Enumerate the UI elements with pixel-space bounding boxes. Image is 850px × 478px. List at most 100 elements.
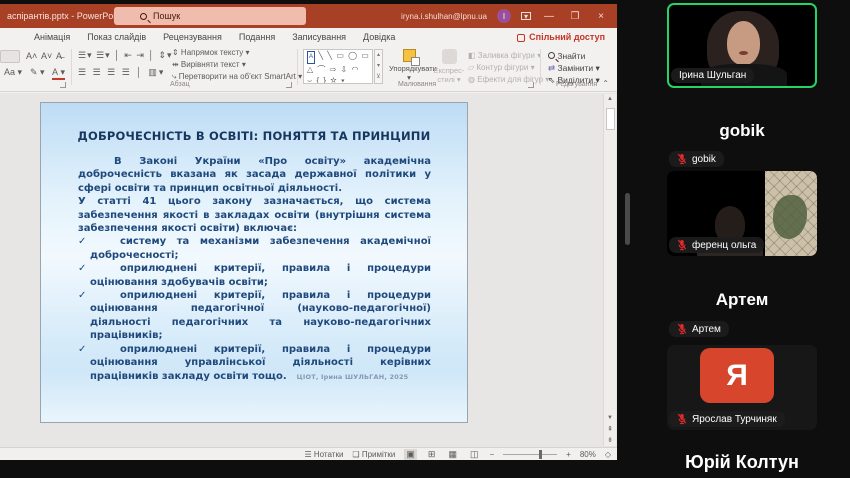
participant-tile-artem[interactable]: Артем Артем xyxy=(667,258,817,343)
participants-scrollbar-thumb[interactable] xyxy=(625,193,630,245)
divider xyxy=(540,49,541,85)
restore-button[interactable]: ❐ xyxy=(567,11,583,22)
tab-record[interactable]: Записування xyxy=(292,32,346,42)
check-icon: ✓ xyxy=(78,262,86,275)
font-dialog-launcher-icon[interactable] xyxy=(60,82,66,88)
tab-view[interactable]: Подання xyxy=(239,32,275,42)
notes-button[interactable]: ☰ Нотатки xyxy=(304,450,343,459)
find-icon xyxy=(548,52,555,59)
participant-name-centered: Артем xyxy=(667,290,817,310)
shrink-font-button[interactable]: A˅ xyxy=(41,51,52,61)
quick-styles-icon xyxy=(442,49,457,64)
account-email[interactable]: iryna.i.shulhan@lpnu.ua xyxy=(401,12,487,21)
slide-bullet: ✓ оприлюднені критерії, правила і процед… xyxy=(78,343,431,384)
fit-to-window-icon[interactable]: ◇ xyxy=(605,450,611,459)
scrollbar-thumb[interactable] xyxy=(606,108,615,130)
scroll-up-icon[interactable]: ▲ xyxy=(604,94,616,105)
zoom-level[interactable]: 80% xyxy=(580,450,596,459)
highlight-button[interactable]: ✎ ▾ xyxy=(30,67,45,78)
drawing-group-label: Малювання xyxy=(398,81,436,88)
tab-help[interactable]: Довідка xyxy=(363,32,395,42)
check-icon: ✓ xyxy=(78,343,86,356)
arrange-button[interactable]: Упорядкувати ▾ xyxy=(389,48,429,82)
vertical-scrollbar[interactable]: ▲ ▼ ⇞ ⇟ xyxy=(603,94,616,446)
reading-view-button[interactable]: ▦ xyxy=(446,449,459,460)
slide-body: В Законі України «Про освіту» академічна… xyxy=(78,155,431,384)
shapes-row: ⌣ { } ☆ ▾ xyxy=(307,75,372,84)
comments-icon: ❑ xyxy=(352,450,359,459)
mic-muted-icon xyxy=(677,323,687,335)
shapes-row: △ ⌒ ⇨ ⇩ ◠ xyxy=(307,64,372,75)
next-slide-icon[interactable]: ⇟ xyxy=(604,435,616,446)
text-direction-button[interactable]: ⇕ Напрямок тексту ▾ xyxy=(172,48,249,57)
change-case-button[interactable]: Aa ▾ xyxy=(4,67,22,78)
tab-review[interactable]: Рецензування xyxy=(163,32,222,42)
account-avatar[interactable]: І xyxy=(497,9,511,23)
shapes-row: ╲ ╲ ▭ ◯ ▭ xyxy=(318,51,370,60)
zoom-in-button[interactable]: + xyxy=(566,450,571,459)
textbox-shape-icon: A xyxy=(307,51,315,64)
slide[interactable]: ДОБРОЧЕСНІСТЬ В ОСВІТІ: ПОНЯТТЯ ТА ПРИНЦ… xyxy=(40,102,468,423)
grow-font-button[interactable]: A˄ xyxy=(26,51,37,61)
shapes-gallery-scroll[interactable]: ▴▾⊻ xyxy=(374,49,383,84)
status-bar: ☰ Нотатки ❑ Примітки ▣ ⊞ ▦ ◫ − + 80% ◇ xyxy=(0,447,617,460)
previous-slide-icon[interactable]: ⇞ xyxy=(604,424,616,435)
mic-muted-icon xyxy=(677,239,687,251)
replace-button[interactable]: ⇄ Замінити ▾ xyxy=(548,63,600,74)
ribbon-tabs: Анімація Показ слайдів Рецензування Пода… xyxy=(0,28,617,46)
participant-tile-yurii[interactable]: Юрій Колтун xyxy=(667,432,817,478)
shape-effects-button[interactable]: ◍ Ефекти для фігур ▾ xyxy=(468,75,549,84)
paragraph-align-buttons[interactable]: ☰ ☰ ☰ ☰ │ ▥▾ xyxy=(78,67,165,78)
font-color-button[interactable]: А ▾ xyxy=(52,67,65,80)
meeting-participants-panel: Ірина Шульган gobik gobik ференц ольга А… xyxy=(618,0,850,478)
paragraph-group-label: Абзац xyxy=(170,81,190,88)
paragraph-list-buttons[interactable]: ☰▾ ☰▾ │ ⇤ ⇥ │ ⇕▾ xyxy=(78,50,173,61)
quick-styles-button[interactable]: Експрес- стилі ▾ xyxy=(432,48,466,84)
participant-avatar: Я xyxy=(700,348,774,403)
ribbon-display-options-icon[interactable]: ▾ xyxy=(521,12,531,20)
zoom-slider[interactable] xyxy=(503,454,557,455)
participant-tile-iryna[interactable]: Ірина Шульган xyxy=(667,3,817,88)
align-text-button[interactable]: ⇹ Вирівняти текст ▾ xyxy=(172,60,246,69)
minimize-button[interactable]: — xyxy=(541,11,557,22)
participant-tile-yaroslav[interactable]: Я Ярослав Турчиняк xyxy=(667,345,817,430)
shapes-gallery[interactable]: A ╲ ╲ ▭ ◯ ▭ △ ⌒ ⇨ ⇩ ◠ ⌣ { } ☆ ▾ xyxy=(303,49,373,84)
smartart-button[interactable]: ⤷ Перетворити на об'єкт SmartArt ▾ xyxy=(172,72,302,82)
tab-animation[interactable]: Анімація xyxy=(34,32,70,42)
search-input[interactable]: Пошук xyxy=(114,7,306,25)
mic-muted-icon xyxy=(677,153,687,165)
scroll-down-icon[interactable]: ▼ xyxy=(604,413,616,424)
participant-tile-ferenc[interactable]: ференц ольга xyxy=(667,171,817,256)
paragraph-dialog-launcher-icon[interactable] xyxy=(286,82,292,88)
collapse-ribbon-icon[interactable]: ⌃ xyxy=(602,79,609,88)
participant-name-tag: Ярослав Турчиняк xyxy=(669,411,785,427)
drawing-dialog-launcher-icon[interactable] xyxy=(528,82,534,88)
close-button[interactable]: × xyxy=(593,11,609,22)
participant-name-tag: Артем xyxy=(669,321,729,337)
find-button[interactable]: Знайти xyxy=(548,51,585,61)
search-icon xyxy=(140,13,147,20)
arrange-icon xyxy=(403,49,416,62)
participant-tile-gobik[interactable]: gobik gobik xyxy=(667,91,817,170)
zoom-out-button[interactable]: − xyxy=(489,450,494,459)
zoom-slider-thumb[interactable] xyxy=(539,450,542,459)
document-title: аспірантів.pptx - PowerPoint xyxy=(7,11,123,21)
slideshow-button[interactable]: ◫ xyxy=(468,449,481,460)
normal-view-button[interactable]: ▣ xyxy=(404,449,417,460)
font-size-combo[interactable] xyxy=(0,50,20,63)
slide-bullet: ✓ оприлюднені критерії, правила і процед… xyxy=(78,262,431,289)
tab-slideshow[interactable]: Показ слайдів xyxy=(87,32,146,42)
slide-sorter-view-button[interactable]: ⊞ xyxy=(426,449,438,460)
ribbon: A˄ A˅ A̶ Aa ▾ ✎ ▾ А ▾ ☰▾ ☰▾ │ ⇤ ⇥ │ ⇕▾ ☰… xyxy=(0,46,617,92)
slide-bullet: ✓ оприлюднені критерії, правила і процед… xyxy=(78,289,431,343)
clear-format-button[interactable]: A̶ xyxy=(56,51,62,61)
shape-fill-button[interactable]: ◧ Заливка фігури ▾ xyxy=(468,51,541,60)
mic-muted-icon xyxy=(677,413,687,425)
shape-outline-button[interactable]: ▱ Контур фігури ▾ xyxy=(468,63,535,72)
editing-area: ДОБРОЧЕСНІСТЬ В ОСВІТІ: ПОНЯТТЯ ТА ПРИНЦ… xyxy=(0,93,617,447)
divider xyxy=(297,49,298,85)
title-bar: аспірантів.pptx - PowerPoint Пошук iryna… xyxy=(0,4,617,28)
comments-button[interactable]: ❑ Примітки xyxy=(352,450,395,459)
share-button[interactable]: Спільний доступ xyxy=(517,28,605,46)
screen: аспірантів.pptx - PowerPoint Пошук iryna… xyxy=(0,0,850,478)
